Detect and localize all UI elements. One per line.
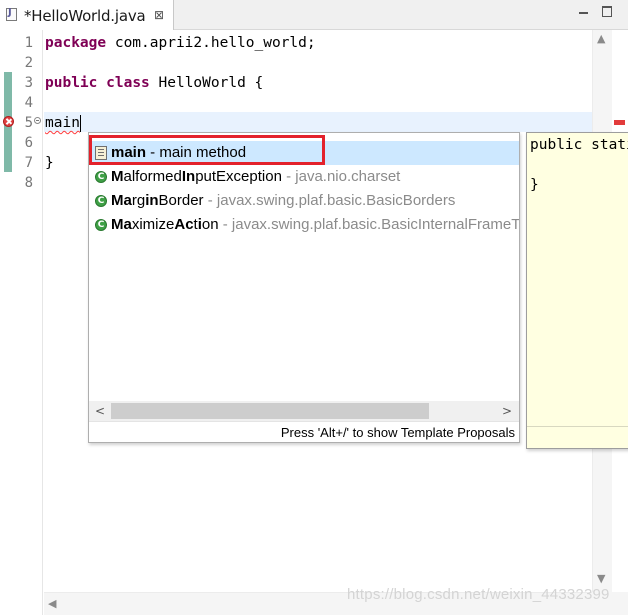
line-number: 1 xyxy=(24,35,33,51)
doc-line: } xyxy=(530,177,539,193)
scroll-up-icon[interactable]: ▲ xyxy=(597,32,605,45)
proposal-horizontal-scrollbar[interactable]: < > xyxy=(89,401,519,421)
tab-title: *HelloWorld.java xyxy=(24,7,146,25)
code-line-1: package com.aprii2.hello_world; xyxy=(45,33,316,53)
quick-diff-change-bar xyxy=(4,130,12,172)
line-number: 5 xyxy=(24,115,33,131)
proposal-label: MaximizeAction - javax.swing.plaf.basic.… xyxy=(111,216,519,233)
code-text: com.aprii2.hello_world; xyxy=(106,35,316,51)
code-text: } xyxy=(45,155,54,171)
line-number: 7 xyxy=(24,155,33,171)
line-number: 4 xyxy=(24,95,33,111)
tab-helloworld-java[interactable]: *HelloWorld.java ⊠ xyxy=(0,0,174,30)
line-number-gutter: 1 2 3 4 5 6 7 8 xyxy=(15,30,43,615)
code-line-7: } xyxy=(45,153,54,173)
proposal-label: MalformedInputException - java.nio.chars… xyxy=(111,168,401,185)
proposal-malformedinputexception[interactable]: C MalformedInputException - java.nio.cha… xyxy=(89,165,519,189)
doc-divider xyxy=(527,426,628,427)
keyword: class xyxy=(106,75,150,91)
error-icon[interactable] xyxy=(3,116,14,127)
error-word: main xyxy=(45,115,80,131)
editor-tab-bar: *HelloWorld.java ⊠ xyxy=(0,0,628,30)
fold-collapse-icon[interactable] xyxy=(34,117,41,124)
proposal-maximizeaction[interactable]: C MaximizeAction - javax.swing.plaf.basi… xyxy=(89,213,519,237)
keyword: public xyxy=(45,75,98,91)
proposal-documentation-popup: public static } xyxy=(526,132,628,449)
proposal-marginborder[interactable]: C MarginBorder - javax.swing.plaf.basic.… xyxy=(89,189,519,213)
minimize-icon[interactable] xyxy=(577,5,591,19)
line-number: 6 xyxy=(24,135,33,151)
maximize-icon[interactable] xyxy=(601,5,615,19)
content-assist-popup: main - main method C MalformedInputExcep… xyxy=(88,132,520,443)
line-number: 2 xyxy=(24,55,33,71)
scrollbar-thumb[interactable] xyxy=(111,403,429,419)
class-icon: C xyxy=(95,219,107,231)
proposal-label: MarginBorder - javax.swing.plaf.basic.Ba… xyxy=(111,192,456,209)
scroll-down-icon[interactable]: ▼ xyxy=(597,572,605,585)
template-proposals-hint: Press 'Alt+/' to show Template Proposals xyxy=(89,421,519,442)
code-line-5: main xyxy=(45,113,81,133)
java-file-icon xyxy=(6,7,17,21)
doc-line: public static xyxy=(530,137,628,153)
line-number: 8 xyxy=(24,175,33,191)
close-icon[interactable]: ⊠ xyxy=(154,8,164,22)
scroll-left-icon[interactable]: ◀ xyxy=(48,597,56,610)
scroll-right-icon[interactable]: > xyxy=(502,404,512,418)
class-icon: C xyxy=(95,195,107,207)
scroll-left-icon[interactable]: < xyxy=(95,404,105,418)
current-line-highlight xyxy=(44,112,592,132)
code-line-3: public class HelloWorld { xyxy=(45,73,263,93)
text-caret xyxy=(79,114,81,132)
vertical-ruler xyxy=(0,30,15,615)
line-number: 3 xyxy=(24,75,33,91)
watermark: https://blog.csdn.net/weixin_44332399 xyxy=(347,586,610,603)
class-icon: C xyxy=(95,171,107,183)
keyword: package xyxy=(45,35,107,51)
code-text: HelloWorld { xyxy=(149,75,264,91)
red-highlight-annotation xyxy=(89,135,325,165)
error-overview-marker[interactable] xyxy=(614,120,625,125)
